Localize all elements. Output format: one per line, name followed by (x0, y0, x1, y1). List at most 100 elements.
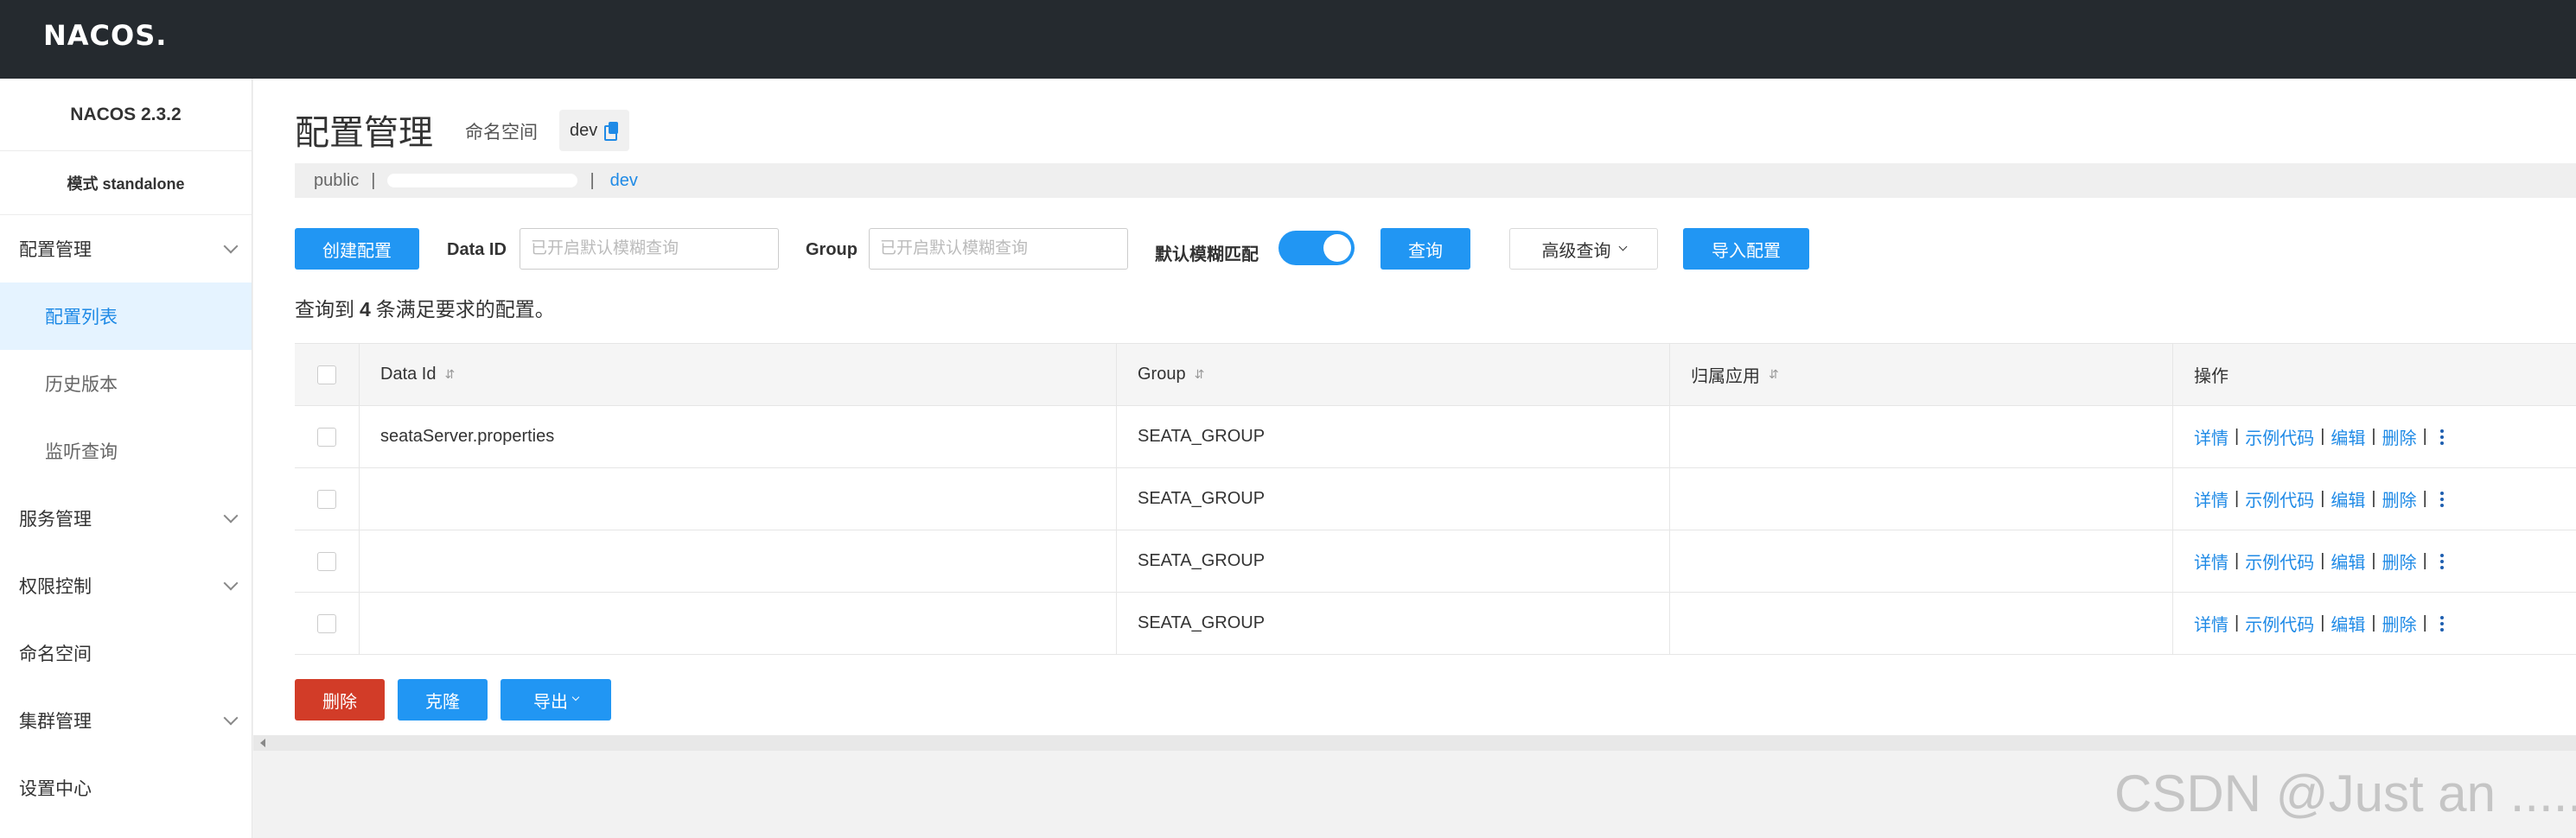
row-data-id: seataServer.properties (360, 406, 1117, 467)
sidebar-item-label: 历史版本 (45, 375, 118, 395)
row-data-id (360, 530, 1117, 592)
row-checkbox[interactable] (317, 613, 336, 633)
sidebar-item-namespace[interactable]: 命名空间 (0, 619, 252, 687)
horizontal-scrollbar[interactable] (253, 735, 2576, 751)
row-ops: 详情 | 示例代码 | 编辑 | 删除 | (2173, 530, 2576, 592)
nacos-logo[interactable]: NACOS. (43, 19, 167, 52)
separator: | (2371, 489, 2376, 508)
clone-button[interactable]: 克隆 (398, 679, 488, 721)
row-app (1670, 530, 2173, 592)
separator: | (2235, 427, 2240, 446)
fuzzy-match-label: 默认模糊匹配 (1155, 245, 1259, 264)
header-label: 操作 (2194, 367, 2228, 386)
sidebar-item-label: 设置中心 (19, 779, 92, 799)
row-check-cell (295, 530, 360, 592)
table-row: SEATA_GROUP 详情 | 示例代码 | 编辑 | 删除 | (295, 530, 2576, 593)
sidebar-item-label: 集群管理 (19, 712, 92, 732)
namespace-redacted[interactable] (387, 174, 578, 187)
delete-link[interactable]: 删除 (2382, 424, 2417, 449)
chevron-down-icon (223, 238, 239, 254)
row-app (1670, 468, 2173, 530)
header-app[interactable]: 归属应用 ⇵ (1670, 344, 2173, 405)
csdn-watermark: CSDN @Just an ...... (2114, 765, 2576, 822)
detail-link[interactable]: 详情 (2194, 611, 2228, 636)
separator: | (2422, 489, 2427, 508)
row-checkbox[interactable] (317, 427, 336, 447)
table-row: seataServer.properties SEATA_GROUP 详情 | 示… (295, 406, 2576, 468)
more-vertical-icon[interactable] (2439, 491, 2444, 507)
separator: | (590, 170, 595, 190)
export-button[interactable]: 导出 (501, 679, 611, 721)
chevron-down-icon (1618, 242, 1627, 251)
delete-link[interactable]: 删除 (2382, 486, 2417, 511)
scroll-left-icon[interactable] (260, 739, 265, 747)
chevron-down-icon (223, 575, 239, 591)
more-vertical-icon[interactable] (2439, 553, 2444, 569)
sidebar-item-config-management[interactable]: 配置管理 (0, 215, 252, 283)
detail-link[interactable]: 详情 (2194, 486, 2228, 511)
sidebar-item-listener-query[interactable]: 监听查询 (0, 417, 252, 485)
namespace-label: 命名空间 (465, 123, 538, 143)
separator: | (2320, 427, 2325, 446)
separator: | (2235, 489, 2240, 508)
delete-link[interactable]: 删除 (2382, 549, 2417, 574)
query-button[interactable]: 查询 (1380, 228, 1470, 270)
separator: | (2235, 613, 2240, 632)
result-count: 4 (360, 298, 371, 321)
row-checkbox[interactable] (317, 551, 336, 571)
page-title: 配置管理 (295, 114, 433, 152)
sort-icon[interactable]: ⇵ (1195, 367, 1205, 382)
sample-code-link[interactable]: 示例代码 (2245, 486, 2314, 511)
sort-icon[interactable]: ⇵ (444, 367, 455, 382)
sidebar-item-service-management[interactable]: 服务管理 (0, 485, 252, 552)
import-config-button[interactable]: 导入配置 (1683, 228, 1809, 270)
sample-code-link[interactable]: 示例代码 (2245, 611, 2314, 636)
advanced-query-button[interactable]: 高级查询 (1509, 228, 1658, 270)
detail-link[interactable]: 详情 (2194, 424, 2228, 449)
sidebar-item-cluster-management[interactable]: 集群管理 (0, 687, 252, 754)
sidebar-item-access-control[interactable]: 权限控制 (0, 552, 252, 619)
sort-icon[interactable]: ⇵ (1769, 367, 1779, 382)
edit-link[interactable]: 编辑 (2331, 611, 2365, 636)
sidebar-item-label: 配置列表 (45, 308, 118, 327)
namespace-dev-link[interactable]: dev (610, 171, 638, 191)
row-checkbox[interactable] (317, 489, 336, 509)
create-config-button[interactable]: 创建配置 (295, 228, 419, 270)
detail-link[interactable]: 详情 (2194, 549, 2228, 574)
dataid-search-input[interactable] (520, 228, 779, 270)
sidebar-item-settings[interactable]: 设置中心 (0, 754, 252, 822)
header-ops: 操作 (2173, 344, 2576, 405)
copy-icon[interactable] (604, 122, 619, 141)
separator: | (2422, 551, 2427, 570)
sample-code-link[interactable]: 示例代码 (2245, 549, 2314, 574)
header-data-id[interactable]: Data Id ⇵ (360, 344, 1117, 405)
group-search-input[interactable] (869, 228, 1128, 270)
row-group: SEATA_GROUP (1117, 593, 1670, 654)
namespace-chip: dev (559, 110, 630, 151)
toggle-knob (1323, 234, 1351, 262)
chevron-down-icon (223, 710, 239, 726)
chevron-down-icon (571, 693, 580, 702)
sample-code-link[interactable]: 示例代码 (2245, 424, 2314, 449)
sidebar-item-config-list[interactable]: 配置列表 (0, 283, 252, 350)
separator: | (2371, 613, 2376, 632)
bulk-delete-button[interactable]: 删除 (295, 679, 385, 721)
row-group: SEATA_GROUP (1117, 530, 1670, 592)
select-all-checkbox[interactable] (317, 365, 336, 384)
delete-link[interactable]: 删除 (2382, 611, 2417, 636)
edit-link[interactable]: 编辑 (2331, 424, 2365, 449)
sidebar: NACOS 2.3.2 模式 standalone 配置管理 配置列表 历史版本… (0, 79, 252, 838)
header-group[interactable]: Group ⇵ (1117, 344, 1670, 405)
separator: | (2422, 427, 2427, 446)
row-data-id (360, 593, 1117, 654)
header-label: 归属应用 (1691, 367, 1760, 386)
separator: | (371, 170, 376, 190)
result-suffix: 条满足要求的配置。 (375, 298, 555, 321)
more-vertical-icon[interactable] (2439, 429, 2444, 445)
edit-link[interactable]: 编辑 (2331, 486, 2365, 511)
namespace-public-link[interactable]: public (314, 171, 359, 191)
fuzzy-match-toggle[interactable] (1278, 231, 1355, 265)
edit-link[interactable]: 编辑 (2331, 549, 2365, 574)
more-vertical-icon[interactable] (2439, 615, 2444, 632)
sidebar-item-history[interactable]: 历史版本 (0, 350, 252, 417)
